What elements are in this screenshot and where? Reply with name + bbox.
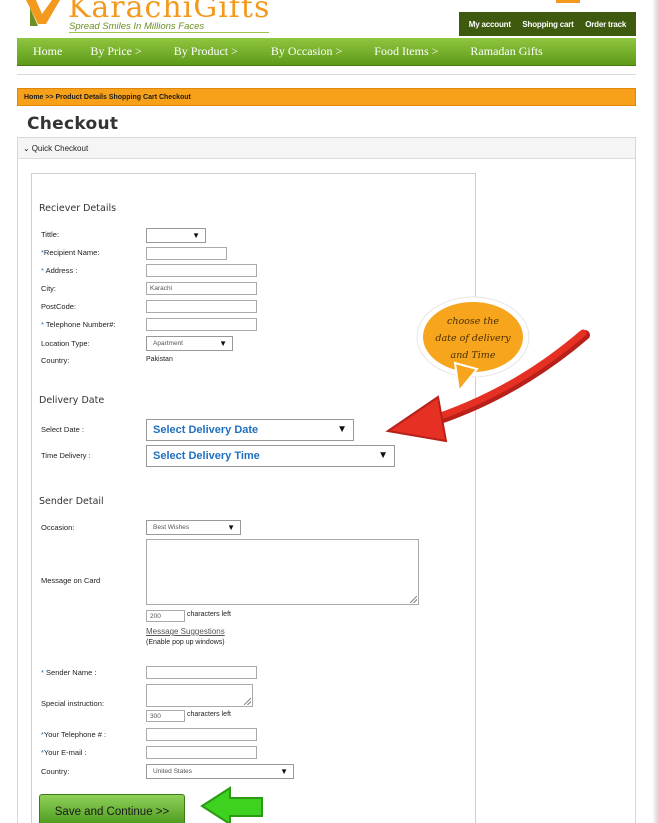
nav-divider <box>17 74 636 75</box>
postcode-input[interactable] <box>146 300 257 313</box>
nav-by-price[interactable]: By Price > <box>62 44 141 59</box>
logo-tagline: Spread Smiles In Millions Faces <box>69 21 205 32</box>
sender-name-label: * Sender Name : <box>41 668 97 677</box>
receiver-section-title: Reciever Details <box>39 203 117 214</box>
telephone-label: * Telephone Number#: <box>41 320 116 329</box>
resize-grip-icon[interactable] <box>410 596 417 603</box>
special-chars-left-label: characters left <box>187 711 231 718</box>
nav-ramadan-gifts[interactable]: Ramadan Gifts <box>438 44 542 59</box>
title-label: Tittle: <box>41 230 60 239</box>
location-type-select[interactable]: Apartment ▼ <box>146 336 233 351</box>
sender-section-title: Sender Detail <box>39 496 104 507</box>
page-title: Checkout <box>27 114 119 134</box>
my-account-link[interactable]: My account <box>469 20 511 29</box>
postcode-label: PostCode: <box>41 302 77 311</box>
your-telephone-input[interactable] <box>146 728 257 741</box>
location-type-label: Location Type: <box>41 339 90 348</box>
select-date-label: Select Date : <box>41 425 84 434</box>
address-input[interactable] <box>146 264 257 277</box>
message-suggestions-link[interactable]: Message Suggestions <box>146 627 225 636</box>
country-value: Pakistan <box>146 356 173 363</box>
shopping-cart-link[interactable]: Shopping cart <box>522 20 573 29</box>
delivery-section-title: Delivery Date <box>39 395 105 406</box>
nav-food-items[interactable]: Food Items > <box>342 44 438 59</box>
message-chars-counter: 200 <box>146 610 185 622</box>
sender-country-label: Country: <box>41 767 70 776</box>
sender-name-input[interactable] <box>146 666 257 679</box>
your-email-label: *Your E-mail : <box>41 748 87 757</box>
time-delivery-label: Time Delivery : <box>41 451 91 460</box>
order-track-link[interactable]: Order track <box>585 20 626 29</box>
recipient-name-input[interactable] <box>146 247 227 260</box>
panel-title: Quick Checkout <box>31 143 89 153</box>
main-nav: Home By Price > By Product > By Occasion… <box>17 38 636 66</box>
message-label: Message on Card <box>41 576 101 585</box>
city-label: City: <box>41 284 56 293</box>
account-bar: My account Shopping cart Order track <box>459 12 636 36</box>
save-and-continue-button[interactable]: Save and Continue >> <box>39 794 185 823</box>
popup-note: (Enable pop up windows) <box>146 639 225 646</box>
occasion-label: Occasion: <box>41 523 75 532</box>
delivery-date-select[interactable]: Select Delivery Date ▼ <box>146 419 354 441</box>
recipient-name-label: *Recipient Name: <box>41 248 100 257</box>
special-chars-counter: 300 <box>146 710 185 722</box>
country-label: Country: <box>41 356 70 365</box>
red-arrow-icon <box>385 329 590 443</box>
delivery-time-select[interactable]: Select Delivery Time ▼ <box>146 445 395 467</box>
breadcrumb[interactable]: Home >> Product Details Shopping Cart Ch… <box>17 88 636 106</box>
dropdown-arrow-icon: ▼ <box>227 523 235 532</box>
address-label: * Address : <box>41 266 78 275</box>
logo-mark-icon <box>26 0 60 26</box>
message-chars-left-label: characters left <box>187 611 231 618</box>
site-logo[interactable]: KarachiGifts Spread Smiles In Millions F… <box>20 0 280 36</box>
nav-home[interactable]: Home <box>17 44 62 59</box>
special-instruction-label: Special instruction: <box>41 699 104 708</box>
nav-by-occasion[interactable]: By Occasion > <box>238 44 342 59</box>
chevron-down-icon: ⌄ <box>23 143 30 153</box>
dropdown-arrow-icon: ▼ <box>280 767 288 776</box>
your-telephone-label: *Your Telephone # : <box>41 730 107 739</box>
title-select[interactable]: ▼ <box>146 228 206 243</box>
your-email-input[interactable] <box>146 746 257 759</box>
page-scroll-edge <box>652 0 658 823</box>
city-input[interactable]: Karachi <box>146 282 257 295</box>
dropdown-arrow-icon: ▼ <box>337 424 347 435</box>
logo-underline <box>69 32 269 33</box>
dropdown-arrow-icon: ▼ <box>192 231 200 240</box>
dropdown-arrow-icon: ▼ <box>219 339 227 348</box>
nav-by-product[interactable]: By Product > <box>142 44 238 59</box>
telephone-input[interactable] <box>146 318 257 331</box>
message-textarea[interactable] <box>146 539 419 605</box>
sender-country-select[interactable]: United States ▼ <box>146 764 294 779</box>
resize-grip-icon[interactable] <box>244 698 251 705</box>
occasion-select[interactable]: Best Wishes ▼ <box>146 520 241 535</box>
top-accent-bar <box>556 0 580 3</box>
green-arrow-icon <box>200 786 263 823</box>
quick-checkout-header[interactable]: ⌄ Quick Checkout <box>18 138 635 159</box>
special-instruction-textarea[interactable] <box>146 684 253 707</box>
